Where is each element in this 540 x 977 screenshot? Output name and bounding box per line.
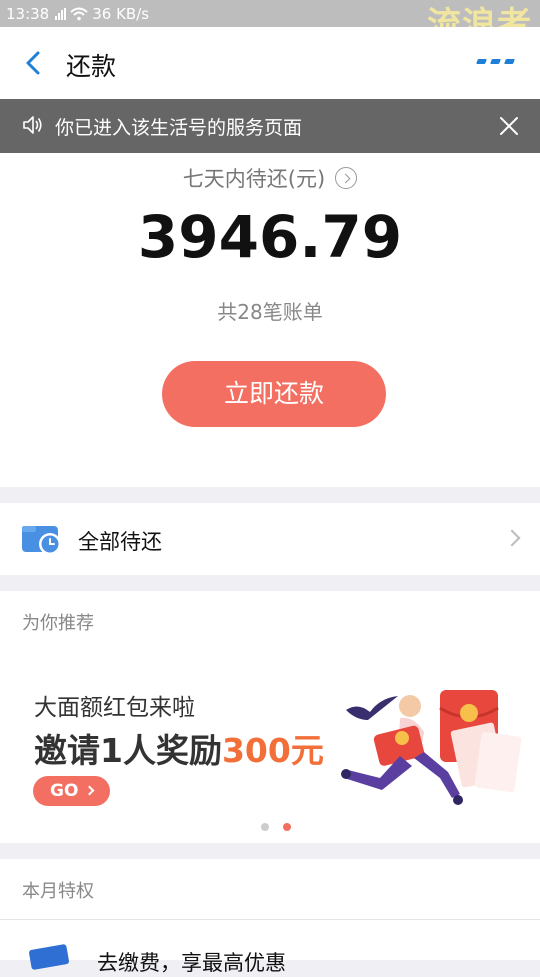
carousel-indicator (261, 823, 291, 831)
repay-now-button[interactable]: 立即还款 (162, 361, 386, 427)
service-notice-bar: 你已进入该生活号的服务页面 (0, 99, 540, 153)
page-title: 还款 (66, 52, 117, 81)
bill-count: 共28笔账单 (217, 300, 323, 324)
all-pending-label: 全部待还 (78, 530, 162, 554)
status-time: 13:38 (6, 4, 50, 23)
all-pending-row[interactable]: 全部待还 (0, 503, 540, 575)
signal-icon (55, 7, 67, 20)
due-amount: 3946.79 (137, 203, 403, 271)
close-icon[interactable] (498, 115, 520, 137)
card-icon (28, 943, 70, 971)
wifi-icon (70, 7, 88, 20)
chevron-right-circle-icon[interactable] (335, 167, 358, 189)
card-clock-icon (22, 526, 61, 555)
banner-reward-amount: 300元 (221, 731, 324, 770)
chevron-right-icon (84, 785, 95, 796)
running-woman-red-envelope-illustration (341, 690, 522, 805)
nav-bar: 还款 (0, 27, 540, 99)
go-button[interactable]: GO (33, 776, 110, 806)
banner-line2: 邀请1人奖励300元 (34, 724, 324, 772)
divider (0, 919, 540, 920)
banner-line1: 大面额红包来啦 (34, 695, 195, 721)
recommend-title: 为你推荐 (22, 613, 94, 634)
carousel-dot-active (283, 823, 291, 831)
carousel-dot (261, 823, 269, 831)
recommend-section: 为你推荐 大面额红包来啦 邀请1人奖励300元 GO (0, 591, 540, 843)
privileges-title: 本月特权 (22, 881, 94, 902)
chevron-right-icon (503, 529, 521, 547)
monthly-privileges-section: 本月特权 去缴费，享最高优惠 (0, 859, 540, 975)
banner-line2-prefix: 邀请1人奖励 (34, 731, 222, 770)
network-speed: 36 KB/s (92, 4, 150, 23)
privilege-item-label[interactable]: 去缴费，享最高优惠 (97, 947, 286, 977)
back-arrow-icon[interactable] (22, 51, 46, 75)
due-label-text: 七天内待还(元) (182, 167, 326, 191)
go-label: GO (50, 781, 79, 801)
speaker-icon (23, 116, 42, 134)
notice-text: 你已进入该生活号的服务页面 (55, 117, 303, 139)
due-in-seven-days-label[interactable]: 七天内待还(元) (0, 163, 540, 193)
repayment-summary-card: 七天内待还(元) 3946.79 共28笔账单 立即还款 (0, 153, 540, 487)
more-icon[interactable] (476, 59, 515, 64)
